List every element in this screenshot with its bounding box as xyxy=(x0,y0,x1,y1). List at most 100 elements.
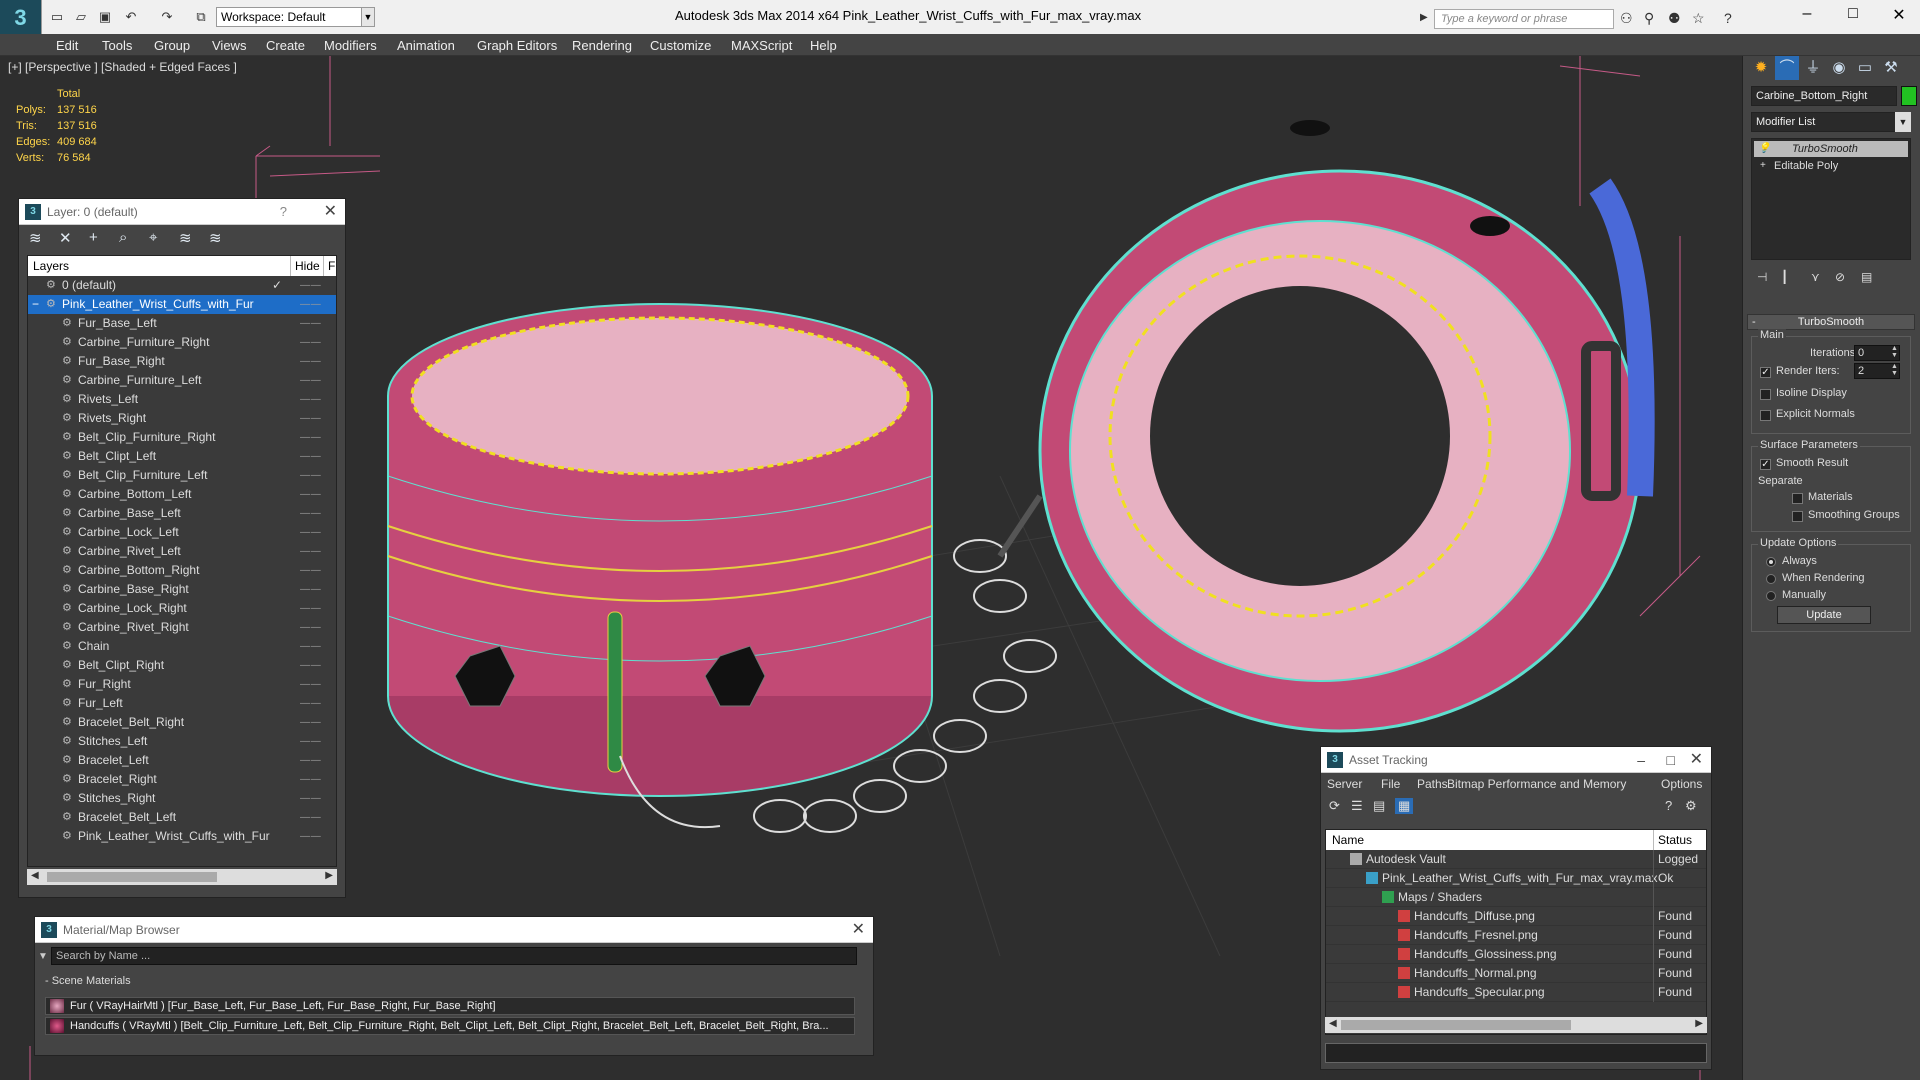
asset-row[interactable]: Autodesk Vault Logged xyxy=(1326,850,1706,869)
layer-panel-titlebar[interactable]: 3 Layer: 0 (default) ? ✕ xyxy=(19,199,345,225)
layer-item-row[interactable]: ⚙ Rivets_Right — — xyxy=(28,409,336,428)
stack-item-turbosmooth[interactable]: 💡 TurboSmooth xyxy=(1754,141,1908,157)
layer-item-row[interactable]: ⚙ Fur_Base_Right — — xyxy=(28,352,336,371)
maximize-icon[interactable]: □ xyxy=(1667,747,1675,773)
col-hide[interactable]: Hide xyxy=(295,256,320,276)
layer-row-selected[interactable]: ⚙ Pink_Leather_Wrist_Cuffs_with_Fur — — − xyxy=(28,295,336,314)
menu-modifiers[interactable]: Modifiers xyxy=(324,38,377,53)
hide-toggle[interactable]: — — xyxy=(300,333,321,352)
layer-item-row[interactable]: ⚙ Carbine_Rivet_Right — — xyxy=(28,618,336,637)
spinner-arrows-icon[interactable]: ▲ ▼ xyxy=(1891,363,1899,377)
layer-item-row[interactable]: ⚙ Carbine_Rivet_Left — — xyxy=(28,542,336,561)
redo-icon[interactable]: ↷ xyxy=(158,8,176,26)
minimize-button[interactable]: – xyxy=(1792,5,1822,23)
viewport-label[interactable]: [+] [Perspective ] [Shaded + Edged Faces… xyxy=(8,60,237,74)
save-icon[interactable]: ▣ xyxy=(96,8,114,26)
highlight-layer-icon[interactable]: ⌖ xyxy=(149,229,157,246)
asset-row[interactable]: Handcuffs_Diffuse.png Found xyxy=(1326,907,1706,926)
scroll-left-icon[interactable]: ◀ xyxy=(31,870,39,881)
layer-item-row[interactable]: ⚙ Carbine_Furniture_Left — — xyxy=(28,371,336,390)
hide-toggle[interactable]: — — xyxy=(300,390,321,409)
table-view-icon[interactable]: ▦ xyxy=(1395,798,1414,814)
stack-item-editable-poly[interactable]: + Editable Poly xyxy=(1754,158,1908,174)
remove-modifier-icon[interactable]: ⊘ xyxy=(1835,270,1845,284)
hierarchy-tab-icon[interactable]: ⏚ xyxy=(1801,56,1825,80)
hide-toggle[interactable]: — — xyxy=(300,542,321,561)
hide-toggle[interactable]: — — xyxy=(300,314,321,333)
material-browser-titlebar[interactable]: 3 Material/Map Browser ✕ xyxy=(35,917,873,943)
asset-tracking-titlebar[interactable]: 3 Asset Tracking – □ ✕ xyxy=(1321,747,1711,773)
asset-row[interactable]: Pink_Leather_Wrist_Cuffs_with_Fur_max_vr… xyxy=(1326,869,1706,888)
close-button[interactable]: ✕ xyxy=(1884,5,1914,25)
hide-toggle[interactable]: — — xyxy=(300,713,321,732)
maximize-button[interactable]: □ xyxy=(1838,5,1868,23)
scroll-thumb[interactable] xyxy=(1341,1020,1571,1030)
hide-toggle[interactable]: — — xyxy=(300,352,321,371)
menu-graph-editors[interactable]: Graph Editors xyxy=(477,38,557,53)
hide-toggle[interactable]: — — xyxy=(300,751,321,770)
menu-create[interactable]: Create xyxy=(266,38,305,53)
hide-toggle[interactable]: — — xyxy=(300,618,321,637)
asset-row[interactable]: Handcuffs_Specular.png Found xyxy=(1326,983,1706,1002)
configure-sets-icon[interactable]: ▤ xyxy=(1861,270,1872,284)
select-in-layer-icon[interactable]: ⌕ xyxy=(119,229,127,246)
refresh-icon[interactable]: ⟳ xyxy=(1329,798,1340,814)
layer-item-row[interactable]: ⚙ Stitches_Left — — xyxy=(28,732,336,751)
hide-toggle[interactable]: — — xyxy=(300,466,321,485)
current-layer-check-icon[interactable]: ✓ xyxy=(272,276,282,295)
pin-stack-icon[interactable]: ⊣ xyxy=(1757,270,1767,284)
layer-item-row[interactable]: ⚙ Carbine_Lock_Left — — xyxy=(28,523,336,542)
layer-item-row[interactable]: ⚙ Carbine_Base_Right — — xyxy=(28,580,336,599)
hide-toggle[interactable]: — — xyxy=(300,827,321,846)
object-name-field[interactable]: Carbine_Bottom_Right xyxy=(1751,86,1897,106)
menu-server[interactable]: Server xyxy=(1327,777,1362,791)
layer-item-row[interactable]: ⚙ Bracelet_Belt_Right — — xyxy=(28,713,336,732)
layer-item-row[interactable]: ⚙ Fur_Base_Left — — xyxy=(28,314,336,333)
layer-item-row[interactable]: ⚙ Stitches_Right — — xyxy=(28,789,336,808)
display-tab-icon[interactable]: ▭ xyxy=(1853,56,1877,80)
bulb-icon[interactable]: 💡 xyxy=(1758,141,1770,157)
hide-toggle[interactable]: — — xyxy=(300,580,321,599)
make-unique-icon[interactable]: ⋎ xyxy=(1811,270,1820,284)
settings-icon[interactable]: ⚙ xyxy=(1685,798,1697,814)
layer-item-row[interactable]: ⚙ Carbine_Furniture_Right — — xyxy=(28,333,336,352)
menu-group[interactable]: Group xyxy=(154,38,190,53)
modify-tab-icon[interactable]: ⌒ xyxy=(1775,56,1799,80)
smooth-result-checkbox[interactable]: ✓ xyxy=(1760,459,1771,470)
layer-item-row[interactable]: ⚙ Carbine_Base_Left — — xyxy=(28,504,336,523)
scroll-right-icon[interactable]: ▶ xyxy=(325,870,333,881)
layer-item-row[interactable]: ⚙ Belt_Clip_Furniture_Right — — xyxy=(28,428,336,447)
spinner-arrows-icon[interactable]: ▲ ▼ xyxy=(1891,345,1899,359)
people-icon[interactable]: ⚉ xyxy=(1668,10,1681,27)
hide-toggle[interactable]: — — xyxy=(300,599,321,618)
layer-item-row[interactable]: ⚙ Chain — — xyxy=(28,637,336,656)
hide-toggle[interactable]: — — xyxy=(300,732,321,751)
star-icon[interactable]: ☆ xyxy=(1692,10,1705,27)
asset-row[interactable]: Maps / Shaders xyxy=(1326,888,1706,907)
layer-item-row[interactable]: ⚙ Fur_Left — — xyxy=(28,694,336,713)
utilities-tab-icon[interactable]: ⚒ xyxy=(1879,56,1903,80)
smoothing-groups-checkbox[interactable] xyxy=(1792,511,1803,522)
group-label[interactable]: - Scene Materials xyxy=(45,975,131,987)
close-icon[interactable]: ✕ xyxy=(1690,747,1703,773)
hide-toggle[interactable]: — — xyxy=(300,428,321,447)
list-view-icon[interactable]: ☰ xyxy=(1351,798,1363,814)
help-icon[interactable]: ? xyxy=(1665,798,1672,813)
hide-toggle[interactable]: — — xyxy=(300,789,321,808)
layer-item-row[interactable]: ⚙ Carbine_Bottom_Left — — xyxy=(28,485,336,504)
app-logo-button[interactable]: 3 xyxy=(0,0,42,38)
hide-toggle[interactable]: — — xyxy=(300,561,321,580)
layer-row-default[interactable]: ⚙ 0 (default) — — ✓ xyxy=(28,276,336,295)
col-name[interactable]: Name xyxy=(1332,830,1364,850)
layer-item-row[interactable]: ⚙ Bracelet_Belt_Left — — xyxy=(28,808,336,827)
search-options-icon[interactable]: ▼ xyxy=(38,949,48,965)
layer-item-row[interactable]: ⚙ Fur_Right — — xyxy=(28,675,336,694)
search-expand-icon[interactable]: ▶ xyxy=(1420,12,1428,23)
add-to-layer-icon[interactable]: + xyxy=(89,229,98,246)
render-iters-checkbox[interactable]: ✓ xyxy=(1760,367,1771,378)
hide-toggle[interactable]: — — xyxy=(300,371,321,390)
motion-tab-icon[interactable]: ◉ xyxy=(1827,56,1851,80)
hide-toggle[interactable]: — — xyxy=(300,409,321,428)
hide-toggle[interactable]: — — xyxy=(300,808,321,827)
workspace-dropdown[interactable]: Workspace: Default ▼ xyxy=(216,7,375,27)
